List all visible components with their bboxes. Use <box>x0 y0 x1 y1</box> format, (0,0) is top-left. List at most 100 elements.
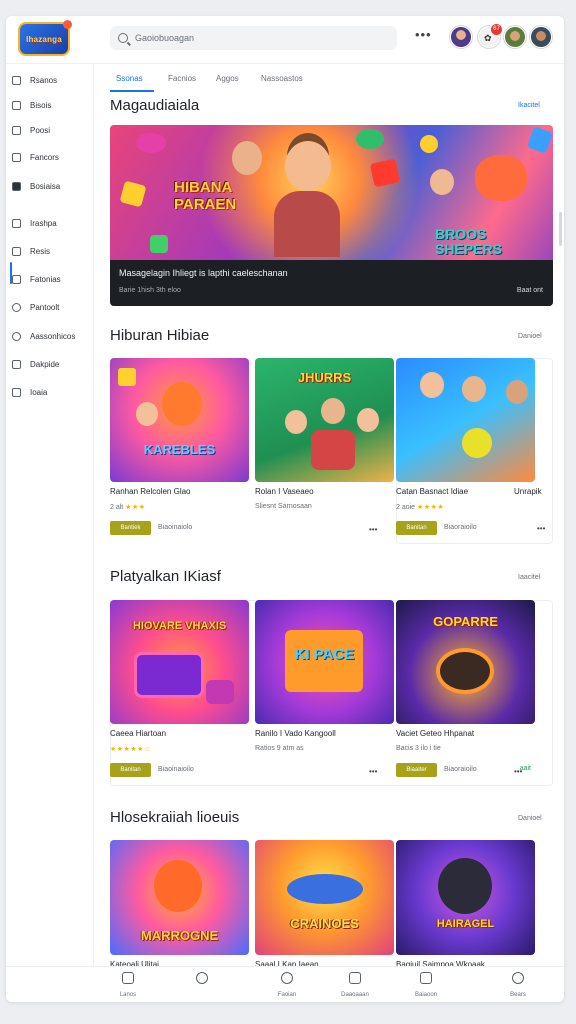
hoverboard-illustration <box>287 874 363 904</box>
sidebar-item-label: Bisois <box>30 100 52 110</box>
game-thumbnail <box>396 358 535 482</box>
block-decoration <box>119 180 147 208</box>
nav-discover[interactable]: Faoian <box>257 971 317 998</box>
game-name: Caeea Hiartoan <box>110 729 167 738</box>
game-thumbnail: KAREBLES <box>110 358 249 482</box>
section-title: Hlosekraiiah lioeuis <box>110 809 240 826</box>
price-pill[interactable]: Biaaiter <box>396 763 437 777</box>
character-illustration <box>462 376 486 402</box>
sidebar-item-settings[interactable]: Aassonhicos <box>12 328 75 344</box>
block-decoration <box>526 126 553 154</box>
sidebar-item-tag[interactable]: Dakpide <box>12 356 59 372</box>
bottom-navigation: Lanos Faoian Daaoaaan Baiaoon Bears <box>6 966 564 1002</box>
card-more-button[interactable]: ••• <box>537 524 545 533</box>
game-art-title: HAIRAGEL <box>436 918 495 930</box>
game-meta-text: 2 alt <box>110 504 124 511</box>
profile-icon <box>512 972 524 984</box>
sidebar-item-label: Ioaia <box>30 387 48 397</box>
game-meta: ★★★★★☆ <box>110 745 151 753</box>
scrollbar[interactable] <box>559 212 562 246</box>
game-thumbnail: HIOVARE VHAXIS <box>110 600 249 724</box>
help-icon <box>12 387 21 397</box>
tab-favorites[interactable]: Facnios <box>168 72 196 92</box>
sidebar-item-library[interactable]: Bisois <box>12 97 51 113</box>
sidebar-item-clock[interactable]: Pantoolt <box>12 299 59 315</box>
character-illustration <box>506 380 528 404</box>
sidebar-item-label: Fatonias <box>30 274 61 284</box>
sidebar-item-label: Bosiaisa <box>30 181 61 191</box>
featured-banner[interactable]: HIBANA PARAEN BROOS SHEPERS Masagelagin … <box>110 125 553 306</box>
section-see-all-link[interactable]: Danioel <box>518 333 542 340</box>
sidebar-item-label: Poosi <box>30 125 51 135</box>
folder-icon <box>12 181 21 191</box>
game-art-title: HIOVARE VHAXIS <box>132 620 227 632</box>
avatar[interactable] <box>450 26 472 48</box>
tab-apps[interactable]: Aggos <box>216 72 239 92</box>
notifications-button[interactable]: ✿ 67 <box>478 24 502 48</box>
card-more-button[interactable]: ••• <box>369 525 377 534</box>
sidebar-item-history[interactable]: Resis <box>12 243 50 259</box>
banner-logo-left: HIBANA PARAEN <box>174 179 237 213</box>
mascot-illustration <box>154 860 202 912</box>
top-bar: Ihazanga Gaoiobuoagan ••• ✿ 67 <box>6 16 564 64</box>
ball-illustration <box>462 428 492 458</box>
game-card[interactable]: Catan Basnact Idiae Unrapik 2 aoie ★★★★ … <box>396 358 542 541</box>
game-card[interactable]: HIOVARE VHAXIS Caeea Hiartoan ★★★★★☆ Ban… <box>110 600 249 783</box>
tag-icon <box>12 359 21 369</box>
nav-search[interactable] <box>172 971 232 992</box>
nav-home[interactable]: Lanos <box>98 971 158 998</box>
card-more-button[interactable]: ••• <box>514 767 522 776</box>
ring-illustration <box>436 648 494 694</box>
game-thumbnail: HAIRAGEL <box>396 840 535 955</box>
home-icon <box>122 972 134 984</box>
tab-home[interactable]: Ssonas <box>116 72 143 92</box>
game-thumbnail: CRAINOES <box>255 840 394 955</box>
sidebar-item-home[interactable]: Rsanos <box>12 72 57 88</box>
game-card[interactable]: KI PACE Ranilo I Vado Kangooll Ratios 9 … <box>255 600 394 783</box>
price-pill[interactable]: Banitan <box>110 763 151 777</box>
nav-library[interactable]: Baiaoon <box>396 971 456 998</box>
clock-icon <box>12 302 21 312</box>
character-illustration <box>430 169 454 195</box>
price-pill[interactable]: Banitan <box>396 521 437 535</box>
game-card[interactable]: GOPARRE Vaciet Geteo Hhpanat Bacis 3 ilo… <box>396 600 535 783</box>
featured-title: Magaudiaiala <box>110 97 200 114</box>
sidebar-item-bookmark[interactable]: Irashpa <box>12 215 57 231</box>
app-logo[interactable]: Ihazanga <box>18 20 72 56</box>
avatar[interactable] <box>504 26 526 48</box>
home-icon <box>12 75 21 85</box>
nav-profile[interactable]: Bears <box>488 971 548 998</box>
sidebar-item-folder[interactable]: Bosiaisa <box>12 178 60 194</box>
block-decoration <box>369 158 401 188</box>
sidebar-item-favorites[interactable]: Fatonias <box>12 271 61 287</box>
section-see-all-link[interactable]: Danioel <box>518 815 542 822</box>
character-illustration <box>274 191 340 257</box>
game-art-title: KAREBLES <box>143 442 216 457</box>
sidebar-item-list[interactable]: Poosi <box>12 122 50 138</box>
section-title: Hiburan Hibiae <box>110 327 210 344</box>
nav-label: Daaoaaan <box>341 992 369 998</box>
compass-icon <box>281 972 293 984</box>
game-tag: Unrapik <box>514 487 542 496</box>
price-pill[interactable]: Bantiek <box>110 521 151 535</box>
sidebar-item-category[interactable]: Fancors <box>12 149 59 165</box>
nav-label: Bears <box>510 992 526 998</box>
tab-new[interactable]: Nassoastos <box>261 72 303 92</box>
game-art-title: CRAINOES <box>290 916 359 931</box>
featured-see-all-link[interactable]: Ikacitel <box>518 102 540 109</box>
nav-stats[interactable]: Daaoaaan <box>325 971 385 998</box>
game-card[interactable]: KAREBLES Ranhan Relcolen Glao 2 alt ★★★ … <box>110 358 249 541</box>
search-bar[interactable]: Gaoiobuoagan <box>110 26 397 50</box>
more-options-button[interactable]: ••• <box>415 28 432 41</box>
cat-illustration <box>438 858 492 914</box>
banner-caption-action[interactable]: Baat ont <box>517 287 543 294</box>
card-more-button[interactable]: ••• <box>369 767 377 776</box>
game-card[interactable]: JHURRS Rolan I Vaseaeo Sliesnt Sarnosaan <box>255 358 394 541</box>
character-illustration <box>285 410 307 434</box>
sidebar-item-help[interactable]: Ioaia <box>12 384 47 400</box>
avatar[interactable] <box>530 26 552 48</box>
section-see-all-link[interactable]: Iaacitel <box>518 574 540 581</box>
character-illustration <box>321 398 345 424</box>
game-publisher: Biaoraioilo <box>444 766 477 773</box>
game-art-title: KI PACE <box>294 646 355 663</box>
